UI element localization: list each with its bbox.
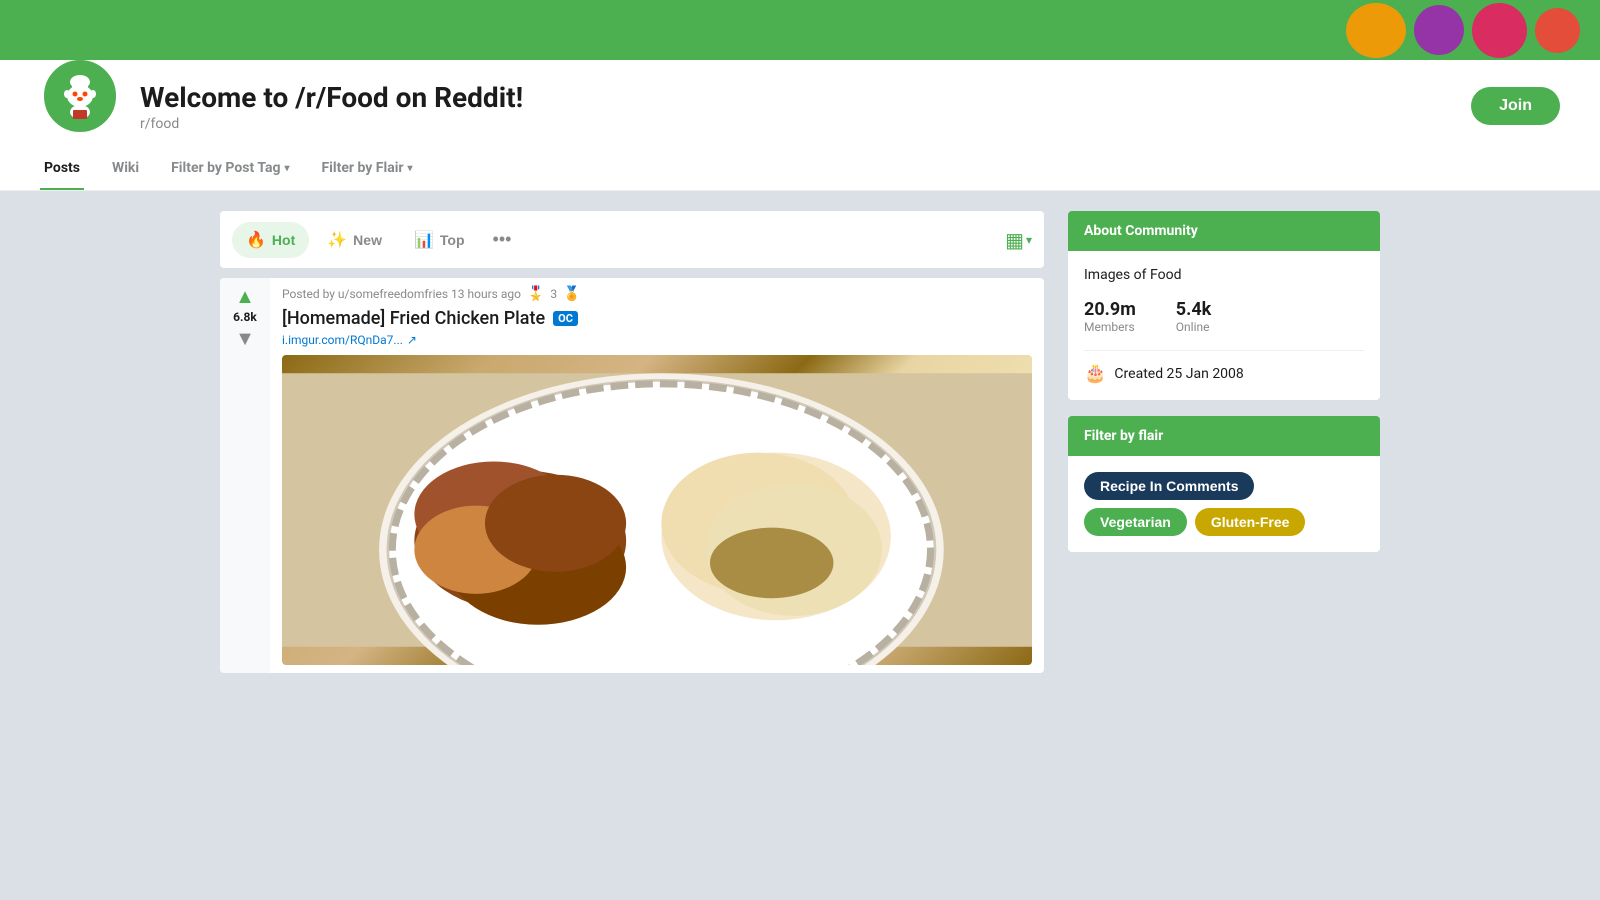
banner (0, 0, 1600, 60)
filter-flair-card: Filter by flair Recipe In Comments Veget… (1068, 416, 1380, 552)
subreddit-avatar (40, 56, 120, 136)
online-count: 5.4k (1176, 299, 1212, 320)
feed-column: 🔥 Hot ✨ New 📊 Top ••• ▦ ▾ ▲ 6.8k (220, 211, 1044, 673)
sort-hot-button[interactable]: 🔥 Hot (232, 222, 309, 258)
cake-icon: 🎂 (1084, 363, 1106, 384)
sort-new-button[interactable]: ✨ New (313, 222, 396, 258)
subreddit-header: Welcome to /r/Food on Reddit! r/food Joi… (0, 60, 1600, 191)
deco-purple (1414, 5, 1464, 55)
community-description: Images of Food (1084, 267, 1364, 283)
subreddit-nav: Posts Wiki Filter by Post Tag ▾ Filter b… (0, 148, 1600, 191)
layout-toggle[interactable]: ▦ ▾ (1005, 228, 1032, 252)
subreddit-title: Welcome to /r/Food on Reddit! (140, 81, 1451, 114)
sub-title-group: Welcome to /r/Food on Reddit! r/food (140, 81, 1451, 132)
about-community-header: About Community (1068, 211, 1380, 251)
banner-decorations (1346, 0, 1600, 60)
vote-column: ▲ 6.8k ▼ (220, 278, 270, 673)
about-community-body: Images of Food 20.9m Members 5.4k Online… (1068, 251, 1380, 400)
online-stat: 5.4k Online (1176, 299, 1212, 334)
post-title: [Homemade] Fried Chicken Plate OC (282, 308, 1032, 329)
deco-pink (1472, 3, 1527, 58)
members-label: Members (1084, 320, 1136, 334)
members-stat: 20.9m Members (1084, 299, 1136, 334)
vote-count: 6.8k (233, 310, 257, 324)
post-link[interactable]: i.imgur.com/RQnDa7... ↗ (282, 333, 1032, 347)
layout-icon: ▦ (1005, 228, 1024, 252)
food-svg (282, 355, 1032, 665)
filter-flair-chevron: ▾ (408, 163, 413, 174)
flair-gluten-free[interactable]: Gluten-Free (1195, 508, 1306, 536)
main-content: 🔥 Hot ✨ New 📊 Top ••• ▦ ▾ ▲ 6.8k (200, 191, 1400, 693)
join-button[interactable]: Join (1471, 87, 1560, 125)
flair-tags-container: Recipe In Comments Vegetarian Gluten-Fre… (1068, 456, 1380, 552)
award-icon-1: 🎖️ (527, 286, 544, 302)
post-body: Posted by u/somefreedomfries 13 hours ag… (270, 278, 1044, 673)
community-stats: 20.9m Members 5.4k Online (1084, 299, 1364, 334)
layout-chevron: ▾ (1026, 233, 1032, 247)
nav-posts[interactable]: Posts (40, 148, 84, 190)
hot-icon: 🔥 (246, 230, 266, 250)
about-community-card: About Community Images of Food 20.9m Mem… (1068, 211, 1380, 400)
post-meta: Posted by u/somefreedomfries 13 hours ag… (282, 286, 1032, 302)
oc-badge: OC (553, 311, 578, 326)
external-link-icon: ↗ (407, 333, 417, 347)
community-created: 🎂 Created 25 Jan 2008 (1084, 350, 1364, 384)
nav-filter-tag[interactable]: Filter by Post Tag ▾ (167, 148, 293, 190)
filter-flair-header: Filter by flair (1068, 416, 1380, 456)
nav-wiki[interactable]: Wiki (108, 148, 143, 190)
subreddit-name: r/food (140, 116, 1451, 132)
sub-header-top: Welcome to /r/Food on Reddit! r/food Joi… (0, 60, 1600, 148)
filter-tag-chevron: ▾ (284, 163, 289, 174)
award-icon-2: 🏅 (563, 286, 580, 302)
top-icon: 📊 (414, 230, 434, 250)
snoo-icon (50, 66, 110, 126)
downvote-button[interactable]: ▼ (235, 328, 255, 348)
online-label: Online (1176, 320, 1212, 334)
members-count: 20.9m (1084, 299, 1136, 320)
flair-vegetarian[interactable]: Vegetarian (1084, 508, 1187, 536)
sidebar: About Community Images of Food 20.9m Mem… (1068, 211, 1380, 673)
deco-red (1535, 8, 1580, 53)
sort-top-button[interactable]: 📊 Top (400, 222, 479, 258)
sort-more-button[interactable]: ••• (483, 221, 522, 258)
sort-bar: 🔥 Hot ✨ New 📊 Top ••• ▦ ▾ (220, 211, 1044, 268)
post-image (282, 355, 1032, 665)
upvote-button[interactable]: ▲ (235, 286, 255, 306)
nav-filter-flair[interactable]: Filter by Flair ▾ (317, 148, 416, 190)
deco-orange (1346, 3, 1406, 58)
flair-recipe-comments[interactable]: Recipe In Comments (1084, 472, 1254, 500)
new-icon: ✨ (327, 230, 347, 250)
post-card: ▲ 6.8k ▼ Posted by u/somefreedomfries 13… (220, 278, 1044, 673)
